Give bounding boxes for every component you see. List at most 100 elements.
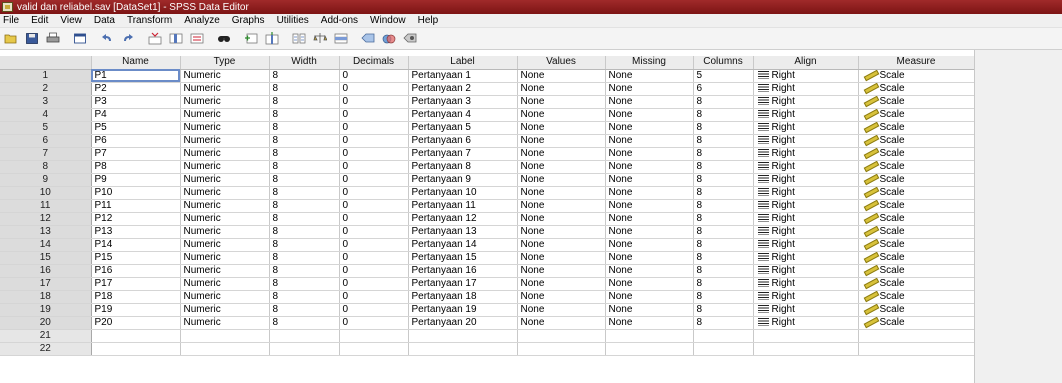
- cell-type[interactable]: Numeric: [180, 251, 270, 265]
- cell-decimals[interactable]: 0: [339, 199, 409, 213]
- cell-width[interactable]: 8: [269, 95, 340, 109]
- insert-cases-icon[interactable]: [241, 30, 261, 48]
- empty-cell[interactable]: [517, 342, 606, 356]
- cell-decimals[interactable]: 0: [339, 277, 409, 291]
- cell-type[interactable]: Numeric: [180, 160, 270, 174]
- cell-values[interactable]: None: [517, 95, 606, 109]
- cell-type[interactable]: Numeric: [180, 147, 270, 161]
- cell-type[interactable]: Numeric: [180, 173, 270, 187]
- cell-width[interactable]: 8: [269, 199, 340, 213]
- cell-width[interactable]: 8: [269, 316, 340, 330]
- row-number[interactable]: 15: [0, 251, 92, 265]
- empty-cell[interactable]: [269, 329, 340, 343]
- cell-name[interactable]: P8: [91, 160, 181, 174]
- menu-utilities[interactable]: Utilities: [271, 14, 315, 28]
- menu-edit[interactable]: Edit: [25, 14, 54, 28]
- empty-cell[interactable]: [753, 329, 859, 343]
- cell-missing[interactable]: None: [605, 290, 694, 304]
- cell-measure[interactable]: Scale: [858, 251, 974, 265]
- cell-columns[interactable]: 8: [693, 316, 754, 330]
- row-number[interactable]: 22: [0, 342, 92, 356]
- cell-columns[interactable]: 8: [693, 251, 754, 265]
- cell-values[interactable]: None: [517, 134, 606, 148]
- menu-help[interactable]: Help: [412, 14, 445, 28]
- cell-label[interactable]: Pertanyaan 4: [408, 108, 518, 122]
- column-header-label[interactable]: Label: [408, 56, 518, 70]
- cell-columns[interactable]: 8: [693, 108, 754, 122]
- cell-label[interactable]: Pertanyaan 11: [408, 199, 518, 213]
- cell-decimals[interactable]: 0: [339, 316, 409, 330]
- cell-width[interactable]: 8: [269, 303, 340, 317]
- split-file-icon[interactable]: [289, 30, 309, 48]
- cell-align[interactable]: Right: [753, 173, 859, 187]
- empty-cell[interactable]: [91, 329, 181, 343]
- menu-analyze[interactable]: Analyze: [178, 14, 226, 28]
- row-number[interactable]: 16: [0, 264, 92, 278]
- cell-type[interactable]: Numeric: [180, 108, 270, 122]
- empty-cell[interactable]: [408, 329, 518, 343]
- cell-missing[interactable]: None: [605, 82, 694, 96]
- cell-columns[interactable]: 8: [693, 134, 754, 148]
- cell-measure[interactable]: Scale: [858, 173, 974, 187]
- empty-cell[interactable]: [180, 342, 270, 356]
- cell-values[interactable]: None: [517, 173, 606, 187]
- cell-type[interactable]: Numeric: [180, 277, 270, 291]
- cell-type[interactable]: Numeric: [180, 199, 270, 213]
- cell-width[interactable]: 8: [269, 121, 340, 135]
- cell-decimals[interactable]: 0: [339, 212, 409, 226]
- cell-measure[interactable]: Scale: [858, 69, 974, 83]
- corner-cell[interactable]: [0, 56, 92, 70]
- insert-variable-icon[interactable]: [262, 30, 282, 48]
- column-header-width[interactable]: Width: [269, 56, 340, 70]
- cell-missing[interactable]: None: [605, 134, 694, 148]
- cell-decimals[interactable]: 0: [339, 173, 409, 187]
- menu-data[interactable]: Data: [88, 14, 121, 28]
- cell-label[interactable]: Pertanyaan 19: [408, 303, 518, 317]
- cell-name[interactable]: P11: [91, 199, 181, 213]
- cell-measure[interactable]: Scale: [858, 264, 974, 278]
- row-number[interactable]: 9: [0, 173, 92, 187]
- cell-align[interactable]: Right: [753, 134, 859, 148]
- cell-missing[interactable]: None: [605, 95, 694, 109]
- cell-decimals[interactable]: 0: [339, 290, 409, 304]
- undo-icon[interactable]: [97, 30, 117, 48]
- row-number[interactable]: 11: [0, 199, 92, 213]
- cell-missing[interactable]: None: [605, 173, 694, 187]
- cell-name[interactable]: P16: [91, 264, 181, 278]
- empty-cell[interactable]: [693, 329, 754, 343]
- empty-cell[interactable]: [605, 329, 694, 343]
- column-header-values[interactable]: Values: [517, 56, 606, 70]
- select-cases-icon[interactable]: [331, 30, 351, 48]
- cell-name[interactable]: P15: [91, 251, 181, 265]
- cell-missing[interactable]: None: [605, 225, 694, 239]
- cell-missing[interactable]: None: [605, 147, 694, 161]
- goto-variable-icon[interactable]: [166, 30, 186, 48]
- menu-file[interactable]: File: [0, 14, 25, 28]
- cell-label[interactable]: Pertanyaan 8: [408, 160, 518, 174]
- cell-align[interactable]: Right: [753, 212, 859, 226]
- find-icon[interactable]: [214, 30, 234, 48]
- cell-name[interactable]: P19: [91, 303, 181, 317]
- cell-measure[interactable]: Scale: [858, 160, 974, 174]
- cell-align[interactable]: Right: [753, 225, 859, 239]
- cell-missing[interactable]: None: [605, 264, 694, 278]
- cell-align[interactable]: Right: [753, 264, 859, 278]
- cell-label[interactable]: Pertanyaan 3: [408, 95, 518, 109]
- cell-values[interactable]: None: [517, 264, 606, 278]
- empty-cell[interactable]: [605, 342, 694, 356]
- cell-type[interactable]: Numeric: [180, 238, 270, 252]
- cell-width[interactable]: 8: [269, 264, 340, 278]
- cell-values[interactable]: None: [517, 225, 606, 239]
- row-number[interactable]: 6: [0, 134, 92, 148]
- cell-columns[interactable]: 8: [693, 303, 754, 317]
- column-header-decimals[interactable]: Decimals: [339, 56, 409, 70]
- row-number[interactable]: 14: [0, 238, 92, 252]
- cell-measure[interactable]: Scale: [858, 134, 974, 148]
- cell-measure[interactable]: Scale: [858, 82, 974, 96]
- cell-measure[interactable]: Scale: [858, 212, 974, 226]
- cell-type[interactable]: Numeric: [180, 212, 270, 226]
- cell-columns[interactable]: 8: [693, 264, 754, 278]
- cell-label[interactable]: Pertanyaan 15: [408, 251, 518, 265]
- cell-values[interactable]: None: [517, 277, 606, 291]
- cell-width[interactable]: 8: [269, 82, 340, 96]
